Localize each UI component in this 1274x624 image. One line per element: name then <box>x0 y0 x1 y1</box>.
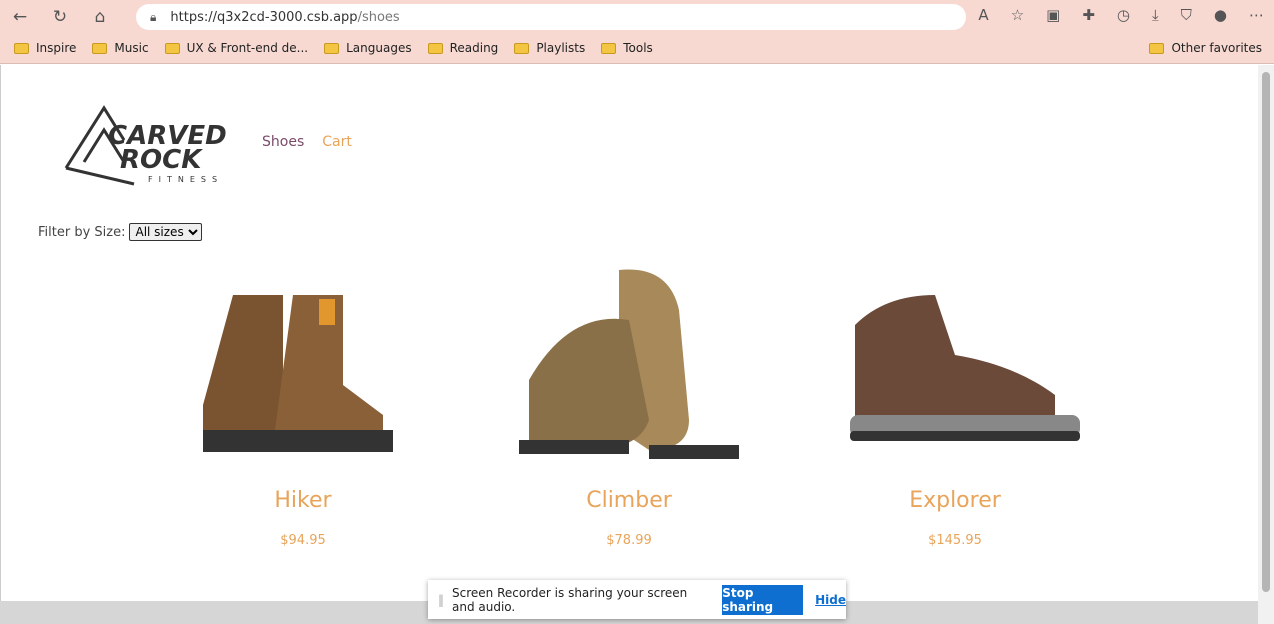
folder-icon <box>427 42 443 54</box>
address-bar[interactable]: 🔒︎ https://q3x2cd-3000.csb.app/shoes <box>136 4 966 30</box>
product-image[interactable] <box>138 250 468 480</box>
read-aloud-icon[interactable]: A <box>978 6 988 24</box>
download-icon[interactable]: ⤓ <box>1152 6 1159 24</box>
bookmark-languages[interactable]: Languages <box>324 41 412 55</box>
folder-icon <box>1149 42 1165 54</box>
screen-sharing-bar: ‖ Screen Recorder is sharing your screen… <box>428 580 846 619</box>
bookmark-label: Playlists <box>536 41 586 55</box>
bookmark-inspire[interactable]: Inspire <box>14 41 76 55</box>
size-select[interactable]: All sizes <box>129 223 203 241</box>
product-price: $78.99 <box>606 533 652 548</box>
url-host: https://q3x2cd-3000.csb.app <box>170 9 358 25</box>
bookmark-ux[interactable]: UX & Front-end de... <box>164 41 309 55</box>
product-price: $94.95 <box>280 533 326 548</box>
folder-icon <box>601 42 617 54</box>
bookmarks-bar: Inspire Music UX & Front-end de... Langu… <box>0 33 1274 64</box>
avatar[interactable]: ● <box>1214 6 1227 24</box>
bookmark-label: Tools <box>623 41 653 55</box>
sharing-message: Screen Recorder is sharing your screen a… <box>452 585 688 614</box>
screen-icon[interactable]: ▣ <box>1046 6 1060 24</box>
hide-link[interactable]: Hide <box>815 593 846 607</box>
product-image[interactable] <box>790 250 1120 480</box>
history-icon[interactable]: ◷ <box>1117 6 1130 24</box>
scrollbar-thumb[interactable] <box>1262 72 1270 592</box>
drag-handle-icon[interactable]: ‖ <box>438 593 444 607</box>
bookmark-tools[interactable]: Tools <box>601 41 653 55</box>
folder-icon <box>92 42 108 54</box>
logo[interactable]: CARVED ROCK FITNESS <box>64 100 240 190</box>
refresh-icon[interactable]: ↻ <box>40 7 80 27</box>
extensions-icon[interactable]: ✚ <box>1082 6 1095 24</box>
product-name[interactable]: Explorer <box>790 488 1120 513</box>
bookmark-label: Inspire <box>36 41 77 55</box>
product-card-hiker[interactable]: Hiker $94.95 <box>138 250 468 548</box>
lock-icon: 🔒︎ <box>150 9 157 24</box>
bookmark-label: Languages <box>346 41 412 55</box>
svg-text:FITNESS: FITNESS <box>148 175 223 184</box>
back-icon[interactable]: ← <box>0 7 40 27</box>
bookmark-label: Reading <box>449 41 499 55</box>
folder-icon <box>324 42 340 54</box>
product-card-climber[interactable]: Climber $78.99 <box>464 250 794 548</box>
size-filter: Filter by Size: All sizes <box>38 223 203 241</box>
product-card-explorer[interactable]: Explorer $145.95 <box>790 250 1120 548</box>
folder-icon <box>164 42 180 54</box>
bookmark-label: Music <box>114 41 149 55</box>
product-image[interactable] <box>464 250 794 480</box>
bookmark-music[interactable]: Music <box>92 41 149 55</box>
stop-sharing-button[interactable]: Stop sharing <box>722 584 804 615</box>
bookmark-other-favorites[interactable]: Other favorites <box>1149 41 1262 55</box>
nav-cart[interactable]: Cart <box>322 134 352 150</box>
main-nav: Shoes Cart <box>262 134 352 150</box>
bookmark-reading[interactable]: Reading <box>427 41 499 55</box>
folder-icon <box>514 42 530 54</box>
product-name[interactable]: Hiker <box>138 488 468 513</box>
svg-text:ROCK: ROCK <box>120 145 203 175</box>
url-path: /shoes <box>357 9 400 25</box>
product-price: $145.95 <box>928 533 982 548</box>
bookmark-label: UX & Front-end de... <box>186 41 309 55</box>
product-name[interactable]: Climber <box>464 488 794 513</box>
more-icon[interactable]: ⋯ <box>1249 6 1264 24</box>
bookmark-playlists[interactable]: Playlists <box>514 41 585 55</box>
home-icon[interactable]: ⌂ <box>80 7 120 27</box>
favorite-icon[interactable]: ☆ <box>1011 6 1024 24</box>
filter-label: Filter by Size: <box>38 224 126 240</box>
bookmark-label: Other favorites <box>1171 41 1262 55</box>
folder-icon <box>14 42 29 54</box>
shield-icon[interactable]: ⛉ <box>1181 6 1192 24</box>
browser-toolbar: ← ↻ ⌂ 🔒︎ https://q3x2cd-3000.csb.app/sho… <box>0 0 1274 33</box>
nav-shoes[interactable]: Shoes <box>262 134 304 150</box>
